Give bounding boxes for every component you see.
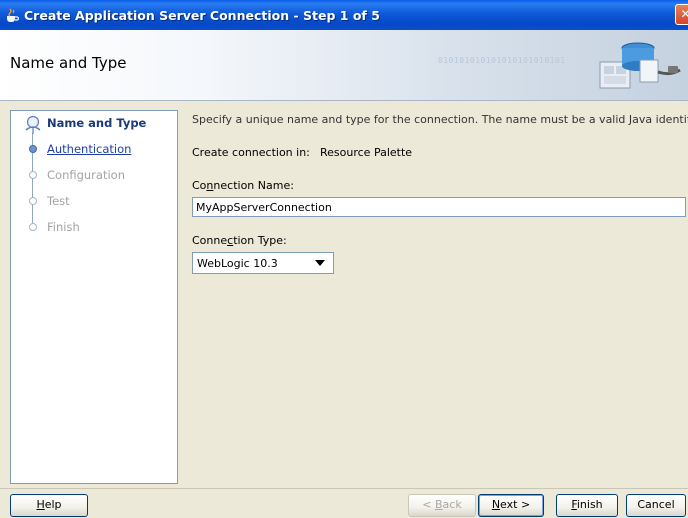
- step-dot-icon: [29, 223, 37, 231]
- close-button[interactable]: ✕: [675, 4, 688, 25]
- help-button[interactable]: Help: [10, 494, 88, 517]
- cancel-button[interactable]: Cancel: [626, 494, 686, 517]
- finish-button[interactable]: Finish: [556, 494, 618, 517]
- step-dot-icon: [29, 171, 37, 179]
- step-dot-icon: [29, 197, 37, 205]
- footer-divider: [0, 488, 688, 489]
- step-name-and-type[interactable]: Name and Type: [47, 116, 146, 130]
- step-finish: Finish: [47, 220, 80, 234]
- chevron-down-icon: [315, 260, 325, 266]
- close-icon: ✕: [680, 7, 688, 21]
- connection-type-select[interactable]: WebLogic 10.3: [192, 252, 334, 274]
- create-in-value: Resource Palette: [320, 146, 413, 159]
- step-dot-icon: [29, 145, 37, 153]
- page-title: Name and Type: [10, 54, 127, 72]
- java-cup-icon: [7, 8, 20, 22]
- back-button[interactable]: < Back: [408, 494, 476, 517]
- connection-type-value: WebLogic 10.3: [197, 256, 278, 270]
- title-bar[interactable]: Create Application Server Connection - S…: [0, 0, 688, 30]
- next-button[interactable]: Next >: [478, 494, 544, 517]
- wizard-header: Name and Type 010101010101010101010101: [0, 30, 688, 101]
- step-configuration: Configuration: [47, 168, 125, 182]
- current-step-icon: [25, 115, 41, 134]
- step-authentication[interactable]: Authentication: [47, 142, 131, 156]
- step-test: Test: [47, 194, 70, 208]
- connection-name-input[interactable]: [192, 197, 686, 217]
- window-title: Create Application Server Connection - S…: [24, 7, 380, 23]
- binary-decoration: 010101010101010101010101: [438, 56, 566, 65]
- step-navigator: Name and Type Authentication Configurati…: [10, 110, 178, 484]
- server-connection-icon: [599, 42, 681, 89]
- instructions-text: Specify a unique name and type for the c…: [192, 113, 688, 126]
- create-in-label: Create connection in:: [192, 146, 310, 159]
- connection-type-label: Connection Type:: [192, 234, 287, 247]
- connection-name-label: Connection Name:: [192, 179, 294, 192]
